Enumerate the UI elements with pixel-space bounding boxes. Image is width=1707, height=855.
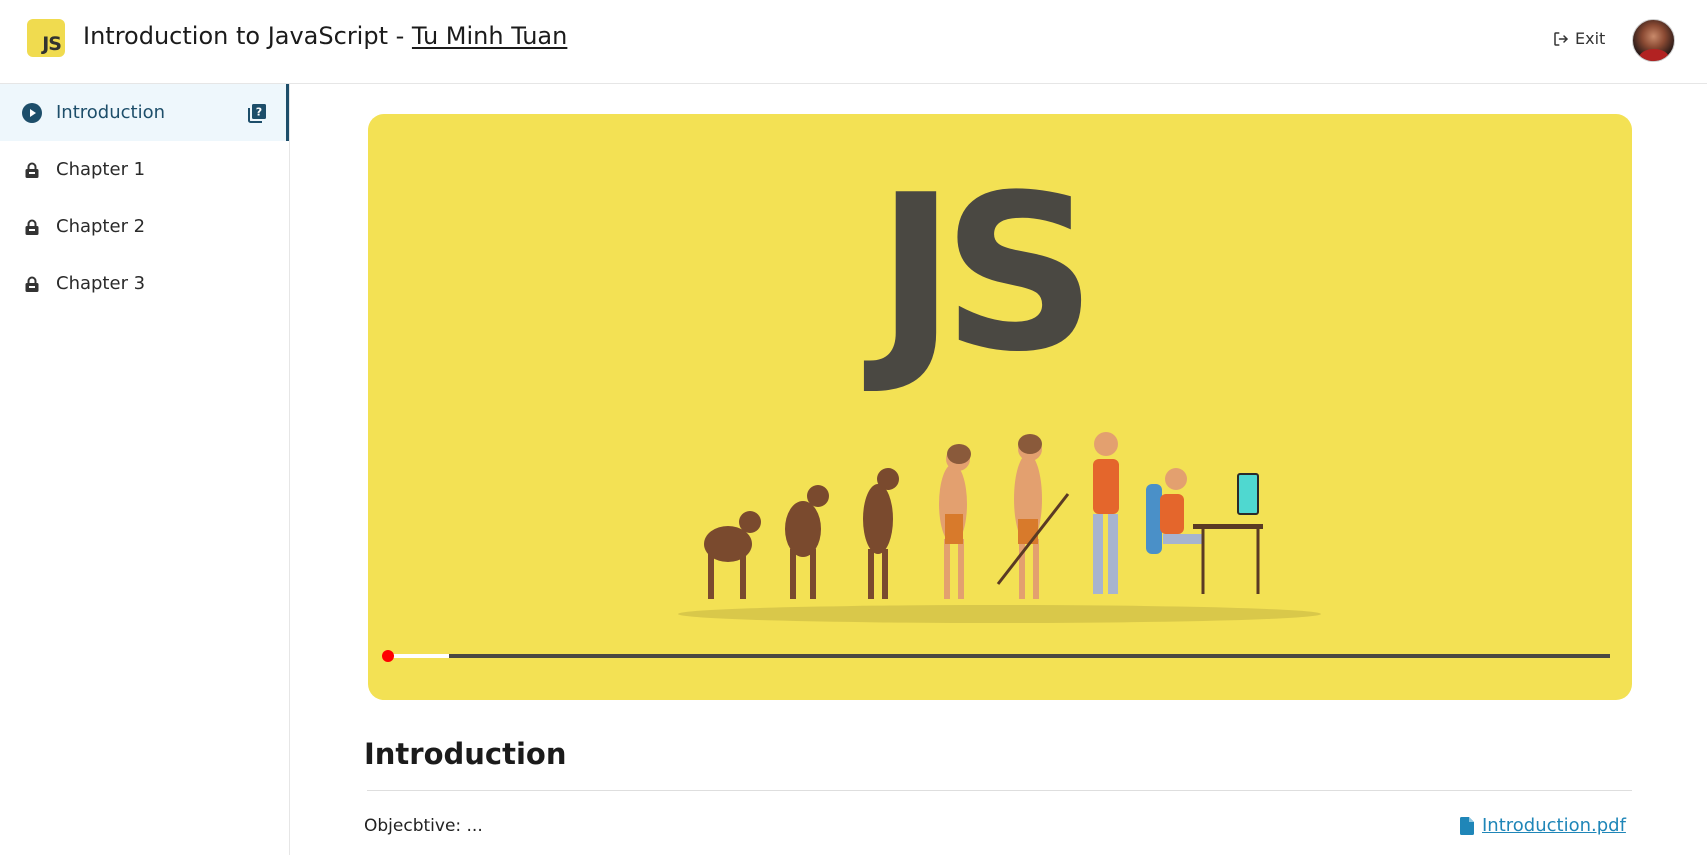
sidebar-item-chapter-1[interactable]: Chapter 1 bbox=[0, 141, 289, 198]
sidebar-item-label: Chapter 1 bbox=[56, 159, 146, 180]
svg-text:?: ? bbox=[256, 106, 262, 119]
file-icon bbox=[1460, 816, 1474, 835]
sidebar-item-chapter-2[interactable]: Chapter 2 bbox=[0, 198, 289, 255]
exit-icon bbox=[1554, 31, 1568, 46]
sidebar-item-introduction[interactable]: Introduction ? bbox=[0, 84, 289, 141]
author-link[interactable]: Tu Minh Tuan bbox=[412, 22, 567, 50]
exit-button[interactable]: Exit bbox=[1552, 29, 1605, 48]
attachment-link[interactable]: Introduction.pdf bbox=[1460, 815, 1626, 836]
quiz-book-icon[interactable]: ? bbox=[247, 103, 267, 123]
play-circle-icon bbox=[22, 102, 42, 123]
top-header: JS Introduction to JavaScript - Tu Minh … bbox=[0, 0, 1707, 84]
sidebar-item-chapter-3[interactable]: Chapter 3 bbox=[0, 255, 289, 312]
video-progress-played bbox=[388, 654, 449, 658]
divider bbox=[367, 790, 1632, 791]
sidebar-item-label: Chapter 2 bbox=[56, 216, 146, 237]
attachment-label: Introduction.pdf bbox=[1482, 815, 1626, 836]
sidebar-item-label: Chapter 3 bbox=[56, 273, 146, 294]
chapter-sidebar: Introduction ? Chapter 1 Chapter 2 Chapt… bbox=[0, 84, 290, 855]
video-player[interactable]: JS bbox=[368, 114, 1632, 700]
lock-icon bbox=[22, 274, 42, 294]
video-progress-track[interactable] bbox=[388, 654, 1610, 658]
course-title-text: Introduction to JavaScript - bbox=[83, 22, 412, 50]
course-logo: JS bbox=[27, 19, 65, 57]
lock-icon bbox=[22, 160, 42, 180]
user-avatar[interactable] bbox=[1632, 19, 1675, 62]
lock-icon bbox=[22, 217, 42, 237]
evolution-illustration bbox=[704, 432, 1263, 599]
exit-label: Exit bbox=[1575, 29, 1606, 48]
lesson-title: Introduction bbox=[364, 737, 567, 771]
lesson-objective: Objecbtive: ... bbox=[364, 816, 483, 836]
course-title: Introduction to JavaScript - Tu Minh Tua… bbox=[83, 22, 567, 50]
logo-text: JS bbox=[42, 33, 62, 55]
video-thumbnail-logo: JS bbox=[876, 148, 1097, 399]
sidebar-item-label: Introduction bbox=[56, 102, 166, 123]
video-progress-handle[interactable] bbox=[382, 650, 394, 662]
